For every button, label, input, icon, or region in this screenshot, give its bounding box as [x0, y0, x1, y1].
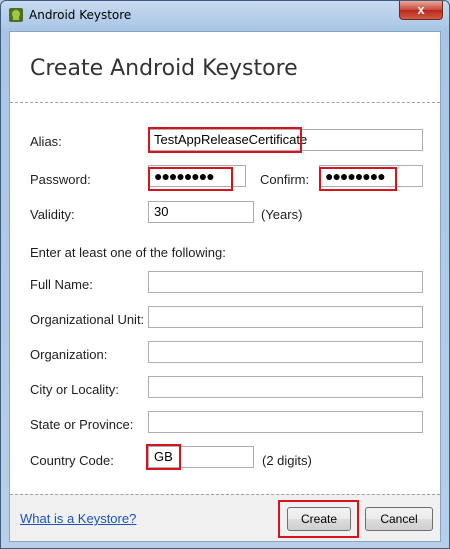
what-is-keystore-link[interactable]: What is a Keystore? [20, 511, 136, 526]
full-name-input[interactable] [148, 271, 423, 293]
form-area: Alias: TestAppReleaseCertificate Passwor… [10, 103, 440, 493]
dialog-window: Android Keystore x Create Android Keysto… [0, 0, 450, 549]
instructions-text: Enter at least one of the following: [30, 245, 226, 260]
state-input[interactable] [148, 411, 423, 433]
cancel-button-label: Cancel [380, 512, 418, 526]
close-icon: x [417, 2, 425, 17]
password-label: Password: [30, 172, 91, 187]
confirm-input[interactable]: ●●●●●●●● [319, 165, 423, 187]
password-input[interactable]: ●●●●●●●● [148, 165, 246, 187]
validity-value: 30 [154, 204, 169, 219]
validity-unit: (Years) [261, 207, 303, 222]
android-keystore-icon [9, 8, 23, 22]
org-unit-label: Organizational Unit: [30, 312, 145, 327]
cancel-button[interactable]: Cancel [365, 507, 433, 531]
dialog-client: Create Android Keystore Alias: TestAppRe… [9, 31, 441, 542]
organization-input[interactable] [148, 341, 423, 363]
full-name-label: Full Name: [30, 277, 93, 292]
validity-label: Validity: [30, 207, 75, 222]
city-label: City or Locality: [30, 382, 119, 397]
validity-input[interactable]: 30 [148, 201, 254, 223]
create-button-label: Create [300, 512, 338, 526]
city-input[interactable] [148, 376, 423, 398]
close-button[interactable]: x [399, 1, 443, 20]
dialog-footer: What is a Keystore? Create Cancel [10, 494, 440, 541]
country-code-label: Country Code: [30, 453, 114, 468]
dialog-header: Create Android Keystore [10, 32, 440, 102]
alias-input[interactable]: TestAppReleaseCertificate [148, 129, 423, 151]
alias-value: TestAppReleaseCertificate [154, 132, 308, 147]
title-bar[interactable]: Android Keystore x [1, 1, 449, 29]
country-code-input[interactable]: GB [148, 446, 254, 468]
alias-label: Alias: [30, 134, 62, 149]
organization-label: Organization: [30, 347, 108, 362]
window-title: Android Keystore [29, 8, 132, 22]
country-code-hint: (2 digits) [262, 453, 312, 468]
country-code-value: GB [154, 449, 173, 464]
confirm-value: ●●●●●●●● [325, 168, 386, 184]
org-unit-input[interactable] [148, 306, 423, 328]
password-value: ●●●●●●●● [154, 168, 215, 184]
state-label: State or Province: [30, 417, 134, 432]
create-button[interactable]: Create [287, 507, 351, 531]
page-title: Create Android Keystore [30, 56, 298, 81]
confirm-label: Confirm: [260, 172, 310, 187]
